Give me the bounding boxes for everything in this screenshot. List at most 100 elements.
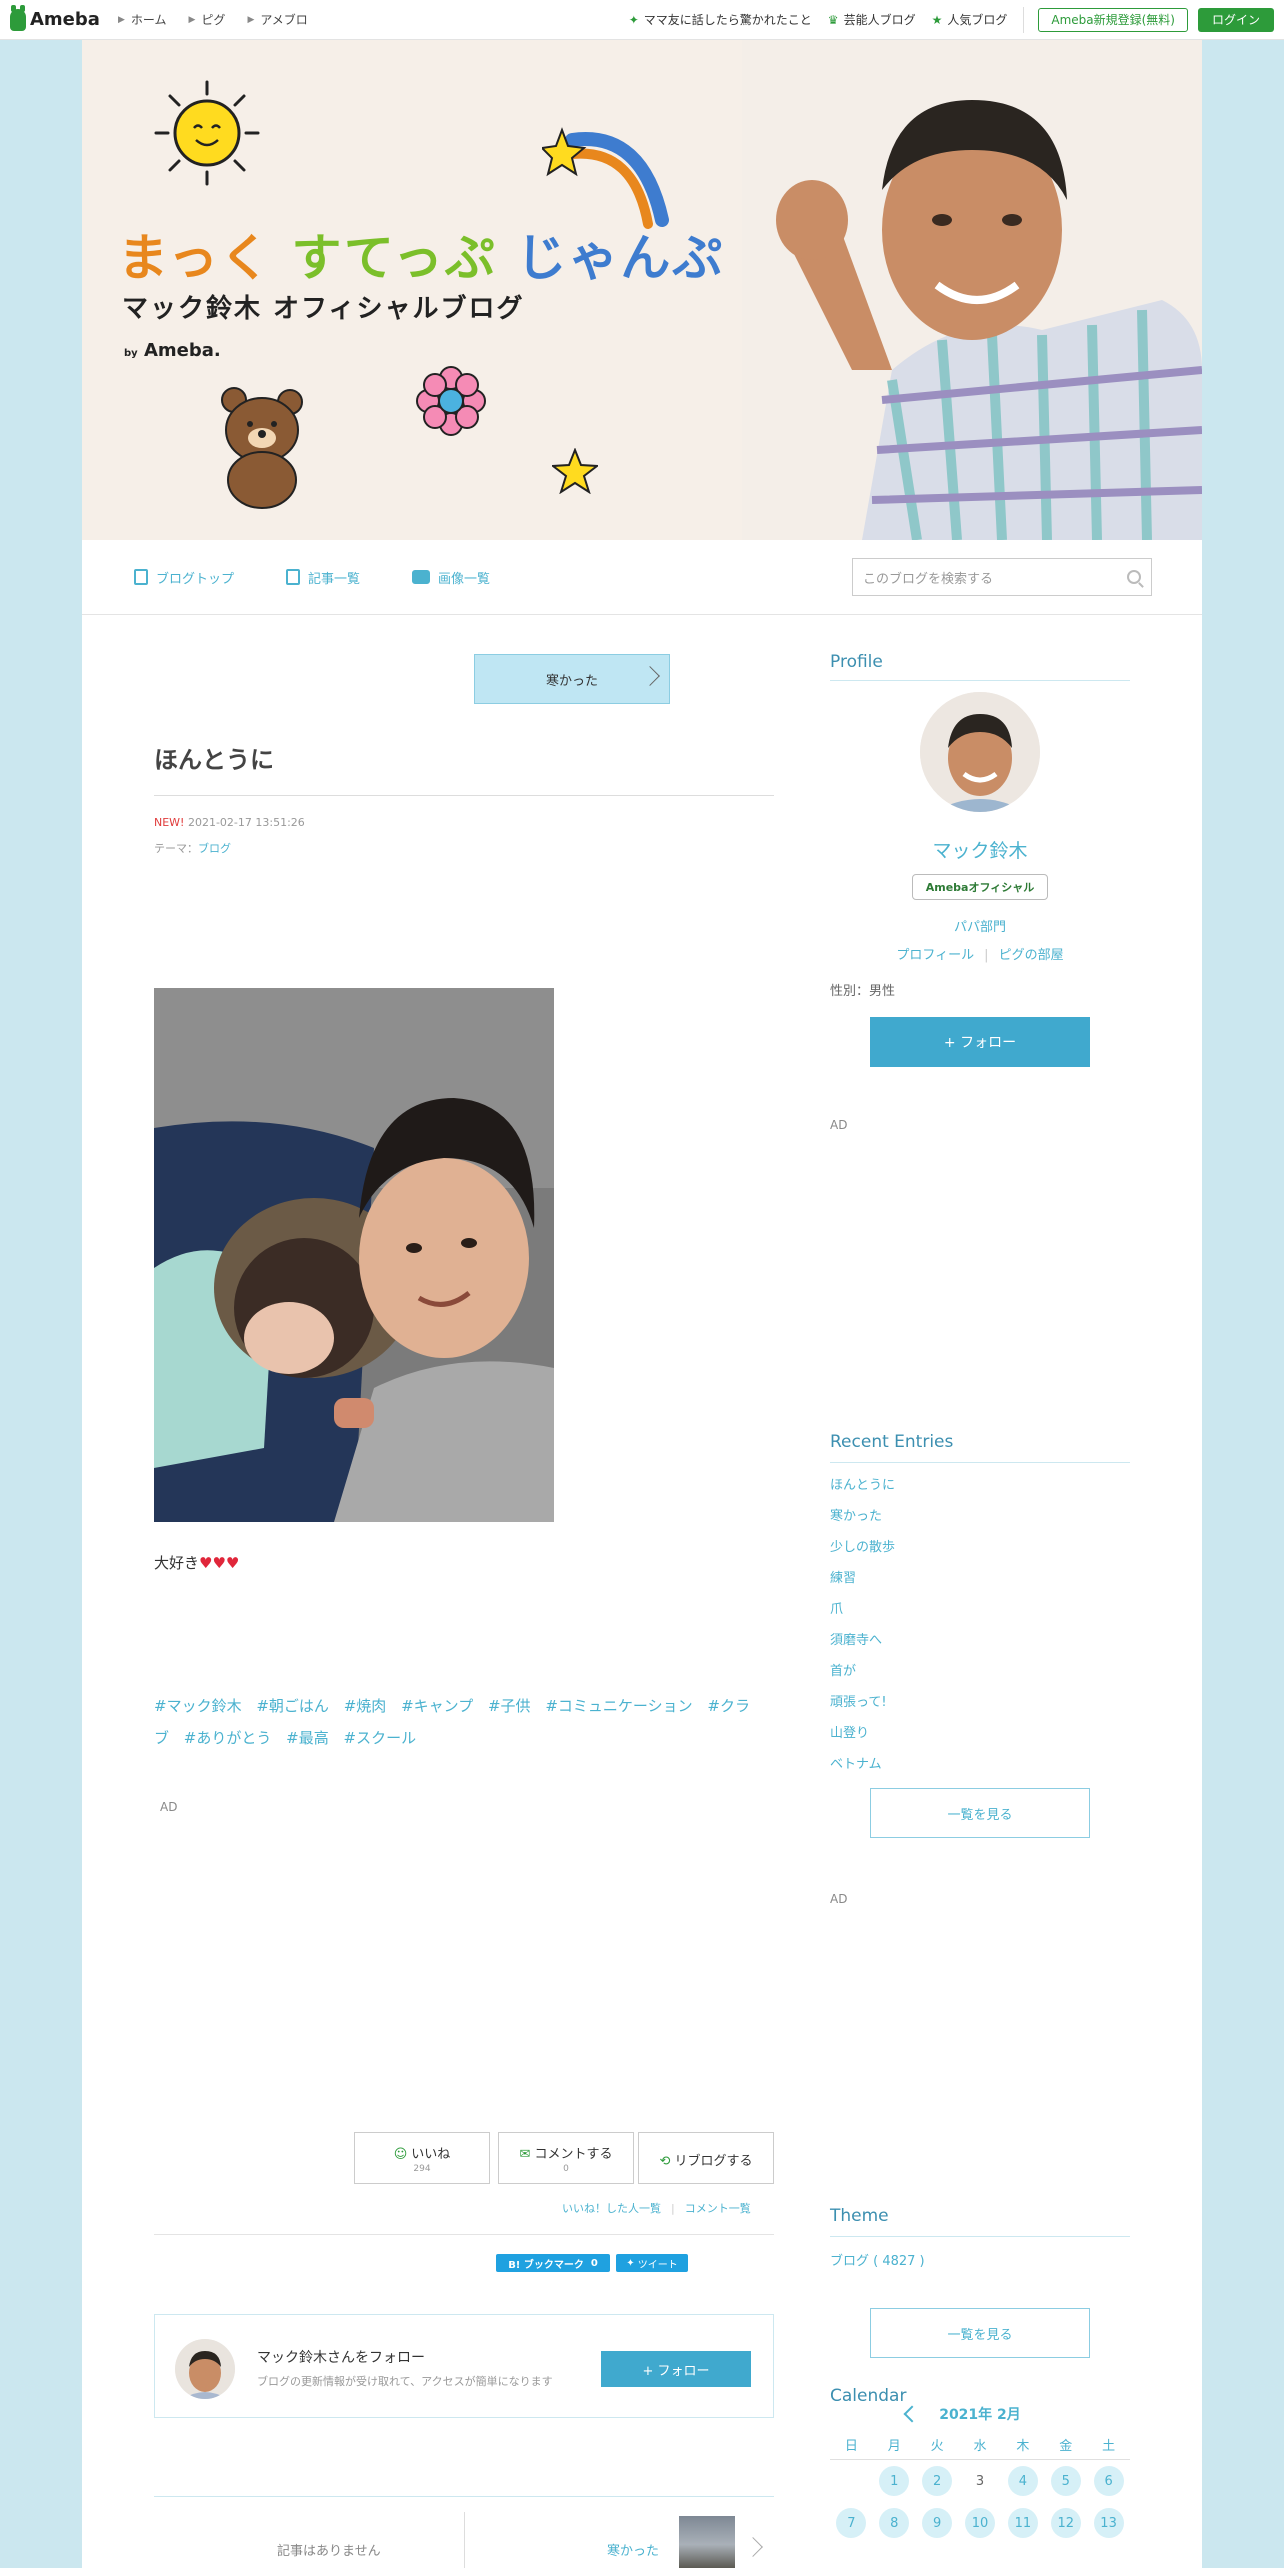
calendar-day[interactable]: 9 (916, 2508, 959, 2538)
calendar-heading: Calendar (830, 2386, 907, 2406)
hatena-bookmark-button[interactable]: B! ブックマーク 0 (496, 2254, 610, 2272)
calendar-day[interactable]: 11 (1001, 2508, 1044, 2538)
recent-entry[interactable]: ほんとうに (830, 1470, 895, 1501)
prev-entry-thumbnail[interactable] (679, 2516, 735, 2568)
blog-header-banner[interactable]: まっく すてっぷ じゃんぷ マック鈴木 オフィシャルブログ by Ameba. (82, 40, 1202, 540)
by-ameba: by Ameba. (124, 340, 221, 361)
calendar-day[interactable]: 13 (1087, 2508, 1130, 2538)
prev-entry-button[interactable]: 寒かった (474, 654, 670, 704)
liked-users-link[interactable]: いいね！した人一覧 (562, 2202, 661, 2215)
post-meta: NEW! 2021-02-17 13:51:26 (154, 816, 305, 829)
hashtag[interactable]: #朝ごはん (256, 1697, 329, 1715)
reblog-button[interactable]: ⟲ リブログする (638, 2132, 774, 2184)
recent-entry[interactable]: 須磨寺へ (830, 1625, 895, 1656)
sidebar-follow-button[interactable]: + フォロー (870, 1017, 1090, 1067)
recent-entry[interactable]: ベトナム (830, 1749, 895, 1780)
day-number: 7 (836, 2508, 867, 2538)
day-number: 6 (1093, 2466, 1124, 2496)
calendar-day[interactable]: 8 (873, 2508, 916, 2538)
nav-blog-top[interactable]: ブログトップ (134, 568, 234, 587)
calendar-day[interactable]: 5 (1044, 2466, 1087, 2496)
search-icon[interactable] (1127, 570, 1141, 584)
recent-entry[interactable]: 寒かった (830, 1501, 895, 1532)
profile-avatar[interactable] (920, 692, 1040, 812)
hashtag[interactable]: #子供 (488, 1697, 531, 1715)
hashtag[interactable]: #スクール (344, 1729, 417, 1747)
weekday: 水 (973, 2439, 987, 2454)
see-all-entries-button[interactable]: 一覧を見る (870, 1788, 1090, 1838)
recent-entries-list: ほんとうに 寒かった 少しの散歩 練習 爪 須磨寺へ 首が 頑張って! 山登り … (830, 1470, 895, 1780)
post-photo[interactable] (154, 988, 554, 1522)
toplink-popular[interactable]: ★ 人気ブログ (932, 11, 1008, 28)
official-badge: Amebaオフィシャル (912, 874, 1048, 900)
nav-entry-list[interactable]: 記事一覧 (286, 568, 360, 587)
follow-button[interactable]: + フォロー (601, 2351, 751, 2387)
like-button[interactable]: ☺ いいね 294 (354, 2132, 490, 2184)
calendar-day[interactable]: 12 (1044, 2508, 1087, 2538)
calendar-day[interactable]: 6 (1087, 2466, 1130, 2496)
comment-button[interactable]: ✉ コメントする 0 (498, 2132, 634, 2184)
toplink-mama-label: ママ友に話したら驚かれたこと (643, 13, 812, 27)
comment-list-link[interactable]: コメント一覧 (685, 2202, 751, 2215)
prev-entry-label: 寒かった (545, 673, 598, 689)
brand-label: Ameba. (143, 340, 221, 361)
tweet-button[interactable]: ✦ ツイート (616, 2254, 688, 2272)
calendar-day[interactable]: 1 (873, 2466, 916, 2496)
nav-image-list[interactable]: 画像一覧 (412, 568, 490, 587)
recent-entry[interactable]: 首が (830, 1656, 895, 1687)
calendar-weekday-row: 日 月 火 水 木 金 土 (830, 2430, 1130, 2460)
hashtag[interactable]: #最高 (286, 1729, 329, 1747)
blog-title-part1: まっく (118, 229, 272, 287)
pigg-room-link[interactable]: ピグの部屋 (999, 948, 1064, 963)
camera-icon (412, 570, 431, 584)
hashtag[interactable]: #焼肉 (344, 1697, 387, 1715)
recent-entry[interactable]: 山登り (830, 1718, 895, 1749)
nav-home[interactable]: ▶ ホーム (118, 11, 167, 28)
toplink-mama[interactable]: ✦ ママ友に話したら驚かれたこと (629, 11, 812, 28)
profile-category[interactable]: パパ部門 (830, 916, 1130, 935)
theme-item[interactable]: ブログ ( 4827 ) (830, 2250, 925, 2269)
day-number: 12 (1050, 2508, 1081, 2538)
profile-name[interactable]: マック鈴木 (830, 836, 1130, 863)
post-body-text: 大好き♥♥♥ (154, 1552, 239, 1573)
recent-entry[interactable]: 少しの散歩 (830, 1532, 895, 1563)
search-placeholder: このブログを検索する (863, 571, 994, 587)
hashtag-list: #マック鈴木 #朝ごはん #焼肉 #キャンプ #子供 #コミュニケーション #ク… (154, 1690, 774, 1754)
login-button[interactable]: ログイン (1197, 7, 1274, 32)
post-date: 2021-02-17 13:51:26 (187, 816, 305, 829)
nav-ameblo[interactable]: ▶ アメブロ (247, 11, 307, 28)
see-all-themes-button[interactable]: 一覧を見る (870, 2308, 1090, 2358)
blog-search-input[interactable]: このブログを検索する (852, 558, 1152, 596)
prev-entry-link[interactable]: 寒かった (607, 2540, 659, 2559)
ameba-mascot-icon (10, 4, 26, 31)
hashtag[interactable]: #キャンプ (401, 1697, 473, 1715)
day-number: 10 (965, 2508, 995, 2538)
register-button[interactable]: Ameba新規登録(無料) (1038, 7, 1188, 32)
shooting-star-illustration (542, 127, 669, 229)
calendar-day[interactable]: 2 (916, 2466, 959, 2496)
post-title[interactable]: ほんとうに (154, 740, 274, 775)
theme-link[interactable]: ブログ (198, 842, 231, 855)
hashtag[interactable]: #ありがとう (184, 1729, 272, 1747)
hashtag[interactable]: #マック鈴木 (154, 1697, 242, 1715)
divider (154, 2496, 774, 2497)
calendar-day[interactable]: 4 (1001, 2466, 1044, 2496)
chevron-left-icon[interactable] (903, 2405, 921, 2423)
recent-entry[interactable]: 練習 (830, 1563, 895, 1594)
nav-pigg[interactable]: ▶ ピグ (189, 11, 226, 28)
recent-entry[interactable]: 爪 (830, 1594, 895, 1625)
recent-entry[interactable]: 頑張って! (830, 1687, 895, 1718)
chevron-right-icon[interactable] (743, 2537, 763, 2557)
calendar-day[interactable]: 7 (830, 2508, 873, 2538)
profile-link[interactable]: プロフィール (896, 948, 974, 963)
hashtag[interactable]: #コミュニケーション (545, 1697, 692, 1715)
hearts-emoji: ♥♥♥ (199, 1554, 240, 1572)
reblog-icon: ⟲ (659, 2154, 671, 2169)
calendar-grid: 日 月 火 水 木 金 土 1 2 3 4 5 6 7 8 9 10 11 12… (830, 2430, 1130, 2544)
day-number: 8 (879, 2508, 910, 2538)
blog-nav: ブログトップ 記事一覧 画像一覧 このブログを検索する (82, 540, 1202, 615)
calendar-day[interactable]: 10 (959, 2508, 1002, 2538)
toplink-celebrity[interactable]: ♛ 芸能人ブログ (828, 11, 916, 28)
nav-image-list-label: 画像一覧 (438, 571, 491, 587)
ameba-logo[interactable]: Ameba (10, 4, 100, 31)
